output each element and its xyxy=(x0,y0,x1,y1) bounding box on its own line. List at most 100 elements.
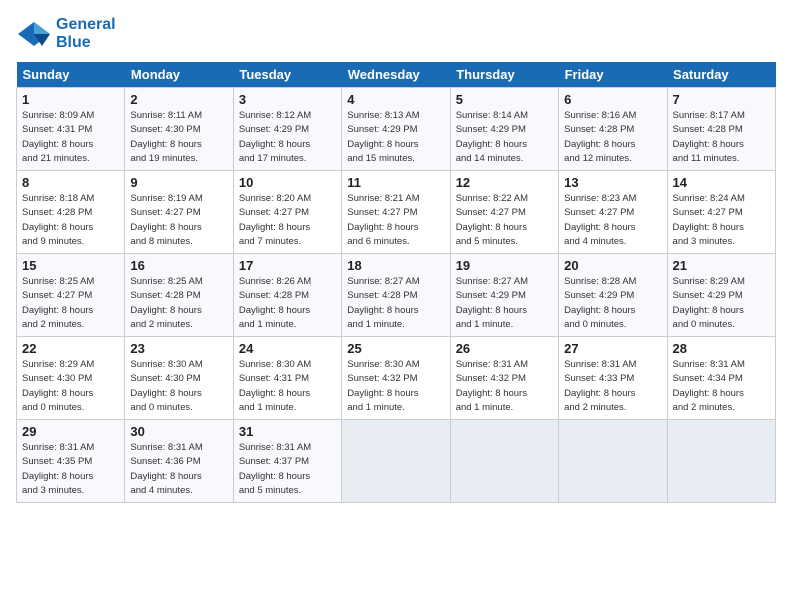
day-number: 7 xyxy=(673,92,770,107)
weekday-header-tuesday: Tuesday xyxy=(233,62,341,88)
day-info: Sunrise: 8:31 AM Sunset: 4:36 PM Dayligh… xyxy=(130,441,227,498)
calendar-cell: 20Sunrise: 8:28 AM Sunset: 4:29 PM Dayli… xyxy=(559,254,667,337)
weekday-header-row: SundayMondayTuesdayWednesdayThursdayFrid… xyxy=(17,62,776,88)
calendar-cell: 31 Sunrise: 8:31 AM Sunset: 4:37 PM Dayli… xyxy=(233,420,341,503)
calendar-table: SundayMondayTuesdayWednesdayThursdayFrid… xyxy=(16,62,776,503)
calendar-cell: 28Sunrise: 8:31 AM Sunset: 4:34 PM Dayli… xyxy=(667,337,775,420)
day-number: 2 xyxy=(130,92,227,107)
weekday-header-thursday: Thursday xyxy=(450,62,558,88)
calendar-cell: 29 Sunrise: 8:31 AM Sunset: 4:35 PM Dayli… xyxy=(17,420,125,503)
day-info: Sunrise: 8:27 AM Sunset: 4:28 PM Dayligh… xyxy=(347,275,444,332)
day-info: Sunrise: 8:31 AM Sunset: 4:33 PM Dayligh… xyxy=(564,358,661,415)
day-info: Sunrise: 8:12 AM Sunset: 4:29 PM Dayligh… xyxy=(239,109,336,166)
day-number: 17 xyxy=(239,258,336,273)
day-number: 16 xyxy=(130,258,227,273)
week-row-4: 22 Sunrise: 8:29 AM Sunset: 4:30 PM Dayli… xyxy=(17,337,776,420)
day-info: Sunrise: 8:16 AM Sunset: 4:28 PM Dayligh… xyxy=(564,109,661,166)
day-info: Sunrise: 8:31 AM Sunset: 4:37 PM Dayligh… xyxy=(239,441,336,498)
day-info: Sunrise: 8:14 AM Sunset: 4:29 PM Dayligh… xyxy=(456,109,553,166)
calendar-cell: 3 Sunrise: 8:12 AM Sunset: 4:29 PM Daylig… xyxy=(233,88,341,171)
calendar-cell: 4 Sunrise: 8:13 AM Sunset: 4:29 PM Daylig… xyxy=(342,88,450,171)
calendar-cell: 9Sunrise: 8:19 AM Sunset: 4:27 PM Daylig… xyxy=(125,171,233,254)
calendar-cell: 11 Sunrise: 8:21 AM Sunset: 4:27 PM Dayli… xyxy=(342,171,450,254)
day-info: Sunrise: 8:20 AM Sunset: 4:27 PM Dayligh… xyxy=(239,192,336,249)
day-number: 5 xyxy=(456,92,553,107)
calendar-cell: 15 Sunrise: 8:25 AM Sunset: 4:27 PM Dayli… xyxy=(17,254,125,337)
day-number: 22 xyxy=(22,341,119,356)
day-info: Sunrise: 8:29 AM Sunset: 4:29 PM Dayligh… xyxy=(673,275,770,332)
calendar-cell: 5 Sunrise: 8:14 AM Sunset: 4:29 PM Daylig… xyxy=(450,88,558,171)
calendar-cell: 19Sunrise: 8:27 AM Sunset: 4:29 PM Dayli… xyxy=(450,254,558,337)
day-number: 24 xyxy=(239,341,336,356)
day-number: 30 xyxy=(130,424,227,439)
calendar-cell: 12Sunrise: 8:22 AM Sunset: 4:27 PM Dayli… xyxy=(450,171,558,254)
day-info: Sunrise: 8:18 AM Sunset: 4:28 PM Dayligh… xyxy=(22,192,119,249)
day-info: Sunrise: 8:17 AM Sunset: 4:28 PM Dayligh… xyxy=(673,109,770,166)
calendar-cell: 21Sunrise: 8:29 AM Sunset: 4:29 PM Dayli… xyxy=(667,254,775,337)
day-number: 14 xyxy=(673,175,770,190)
calendar-cell xyxy=(667,420,775,503)
calendar-cell xyxy=(342,420,450,503)
weekday-header-monday: Monday xyxy=(125,62,233,88)
day-info: Sunrise: 8:13 AM Sunset: 4:29 PM Dayligh… xyxy=(347,109,444,166)
day-info: Sunrise: 8:23 AM Sunset: 4:27 PM Dayligh… xyxy=(564,192,661,249)
day-number: 18 xyxy=(347,258,444,273)
day-info: Sunrise: 8:31 AM Sunset: 4:32 PM Dayligh… xyxy=(456,358,553,415)
day-number: 31 xyxy=(239,424,336,439)
calendar-cell xyxy=(559,420,667,503)
day-number: 11 xyxy=(347,175,444,190)
page: General Blue SundayMondayTuesdayWednesda… xyxy=(0,0,792,513)
weekday-header-sunday: Sunday xyxy=(17,62,125,88)
calendar-cell: 8 Sunrise: 8:18 AM Sunset: 4:28 PM Daylig… xyxy=(17,171,125,254)
day-info: Sunrise: 8:29 AM Sunset: 4:30 PM Dayligh… xyxy=(22,358,119,415)
day-info: Sunrise: 8:25 AM Sunset: 4:28 PM Dayligh… xyxy=(130,275,227,332)
calendar-cell: 10 Sunrise: 8:20 AM Sunset: 4:27 PM Dayli… xyxy=(233,171,341,254)
day-number: 19 xyxy=(456,258,553,273)
day-number: 28 xyxy=(673,341,770,356)
day-number: 3 xyxy=(239,92,336,107)
day-number: 9 xyxy=(130,175,227,190)
calendar-cell: 27Sunrise: 8:31 AM Sunset: 4:33 PM Dayli… xyxy=(559,337,667,420)
calendar-cell: 2 Sunrise: 8:11 AM Sunset: 4:30 PM Daylig… xyxy=(125,88,233,171)
week-row-5: 29 Sunrise: 8:31 AM Sunset: 4:35 PM Dayli… xyxy=(17,420,776,503)
day-info: Sunrise: 8:09 AM Sunset: 4:31 PM Dayligh… xyxy=(22,109,119,166)
calendar-cell: 18 Sunrise: 8:27 AM Sunset: 4:28 PM Dayli… xyxy=(342,254,450,337)
week-row-3: 15 Sunrise: 8:25 AM Sunset: 4:27 PM Dayli… xyxy=(17,254,776,337)
weekday-header-saturday: Saturday xyxy=(667,62,775,88)
logo: General Blue xyxy=(16,16,116,52)
calendar-cell: 14 Sunrise: 8:24 AM Sunset: 4:27 PM Dayli… xyxy=(667,171,775,254)
day-number: 1 xyxy=(22,92,119,107)
weekday-header-friday: Friday xyxy=(559,62,667,88)
day-number: 10 xyxy=(239,175,336,190)
calendar-cell: 17 Sunrise: 8:26 AM Sunset: 4:28 PM Dayli… xyxy=(233,254,341,337)
day-info: Sunrise: 8:11 AM Sunset: 4:30 PM Dayligh… xyxy=(130,109,227,166)
day-number: 6 xyxy=(564,92,661,107)
day-number: 29 xyxy=(22,424,119,439)
day-info: Sunrise: 8:30 AM Sunset: 4:31 PM Dayligh… xyxy=(239,358,336,415)
calendar-cell: 6 Sunrise: 8:16 AM Sunset: 4:28 PM Daylig… xyxy=(559,88,667,171)
calendar-cell: 22 Sunrise: 8:29 AM Sunset: 4:30 PM Dayli… xyxy=(17,337,125,420)
weekday-header-wednesday: Wednesday xyxy=(342,62,450,88)
day-info: Sunrise: 8:31 AM Sunset: 4:35 PM Dayligh… xyxy=(22,441,119,498)
calendar-cell: 30 Sunrise: 8:31 AM Sunset: 4:36 PM Dayli… xyxy=(125,420,233,503)
day-number: 4 xyxy=(347,92,444,107)
day-number: 15 xyxy=(22,258,119,273)
calendar-cell: 26 Sunrise: 8:31 AM Sunset: 4:32 PM Dayli… xyxy=(450,337,558,420)
day-number: 26 xyxy=(456,341,553,356)
day-info: Sunrise: 8:25 AM Sunset: 4:27 PM Dayligh… xyxy=(22,275,119,332)
logo-text: General Blue xyxy=(56,16,116,52)
day-info: Sunrise: 8:30 AM Sunset: 4:32 PM Dayligh… xyxy=(347,358,444,415)
day-info: Sunrise: 8:21 AM Sunset: 4:27 PM Dayligh… xyxy=(347,192,444,249)
week-row-1: 1 Sunrise: 8:09 AM Sunset: 4:31 PM Daylig… xyxy=(17,88,776,171)
day-info: Sunrise: 8:22 AM Sunset: 4:27 PM Dayligh… xyxy=(456,192,553,249)
calendar-cell: 7 Sunrise: 8:17 AM Sunset: 4:28 PM Daylig… xyxy=(667,88,775,171)
day-number: 8 xyxy=(22,175,119,190)
day-number: 23 xyxy=(130,341,227,356)
day-number: 25 xyxy=(347,341,444,356)
day-info: Sunrise: 8:26 AM Sunset: 4:28 PM Dayligh… xyxy=(239,275,336,332)
calendar-cell: 16 Sunrise: 8:25 AM Sunset: 4:28 PM Dayli… xyxy=(125,254,233,337)
day-info: Sunrise: 8:28 AM Sunset: 4:29 PM Dayligh… xyxy=(564,275,661,332)
day-info: Sunrise: 8:24 AM Sunset: 4:27 PM Dayligh… xyxy=(673,192,770,249)
day-info: Sunrise: 8:30 AM Sunset: 4:30 PM Dayligh… xyxy=(130,358,227,415)
logo-icon xyxy=(16,20,52,48)
